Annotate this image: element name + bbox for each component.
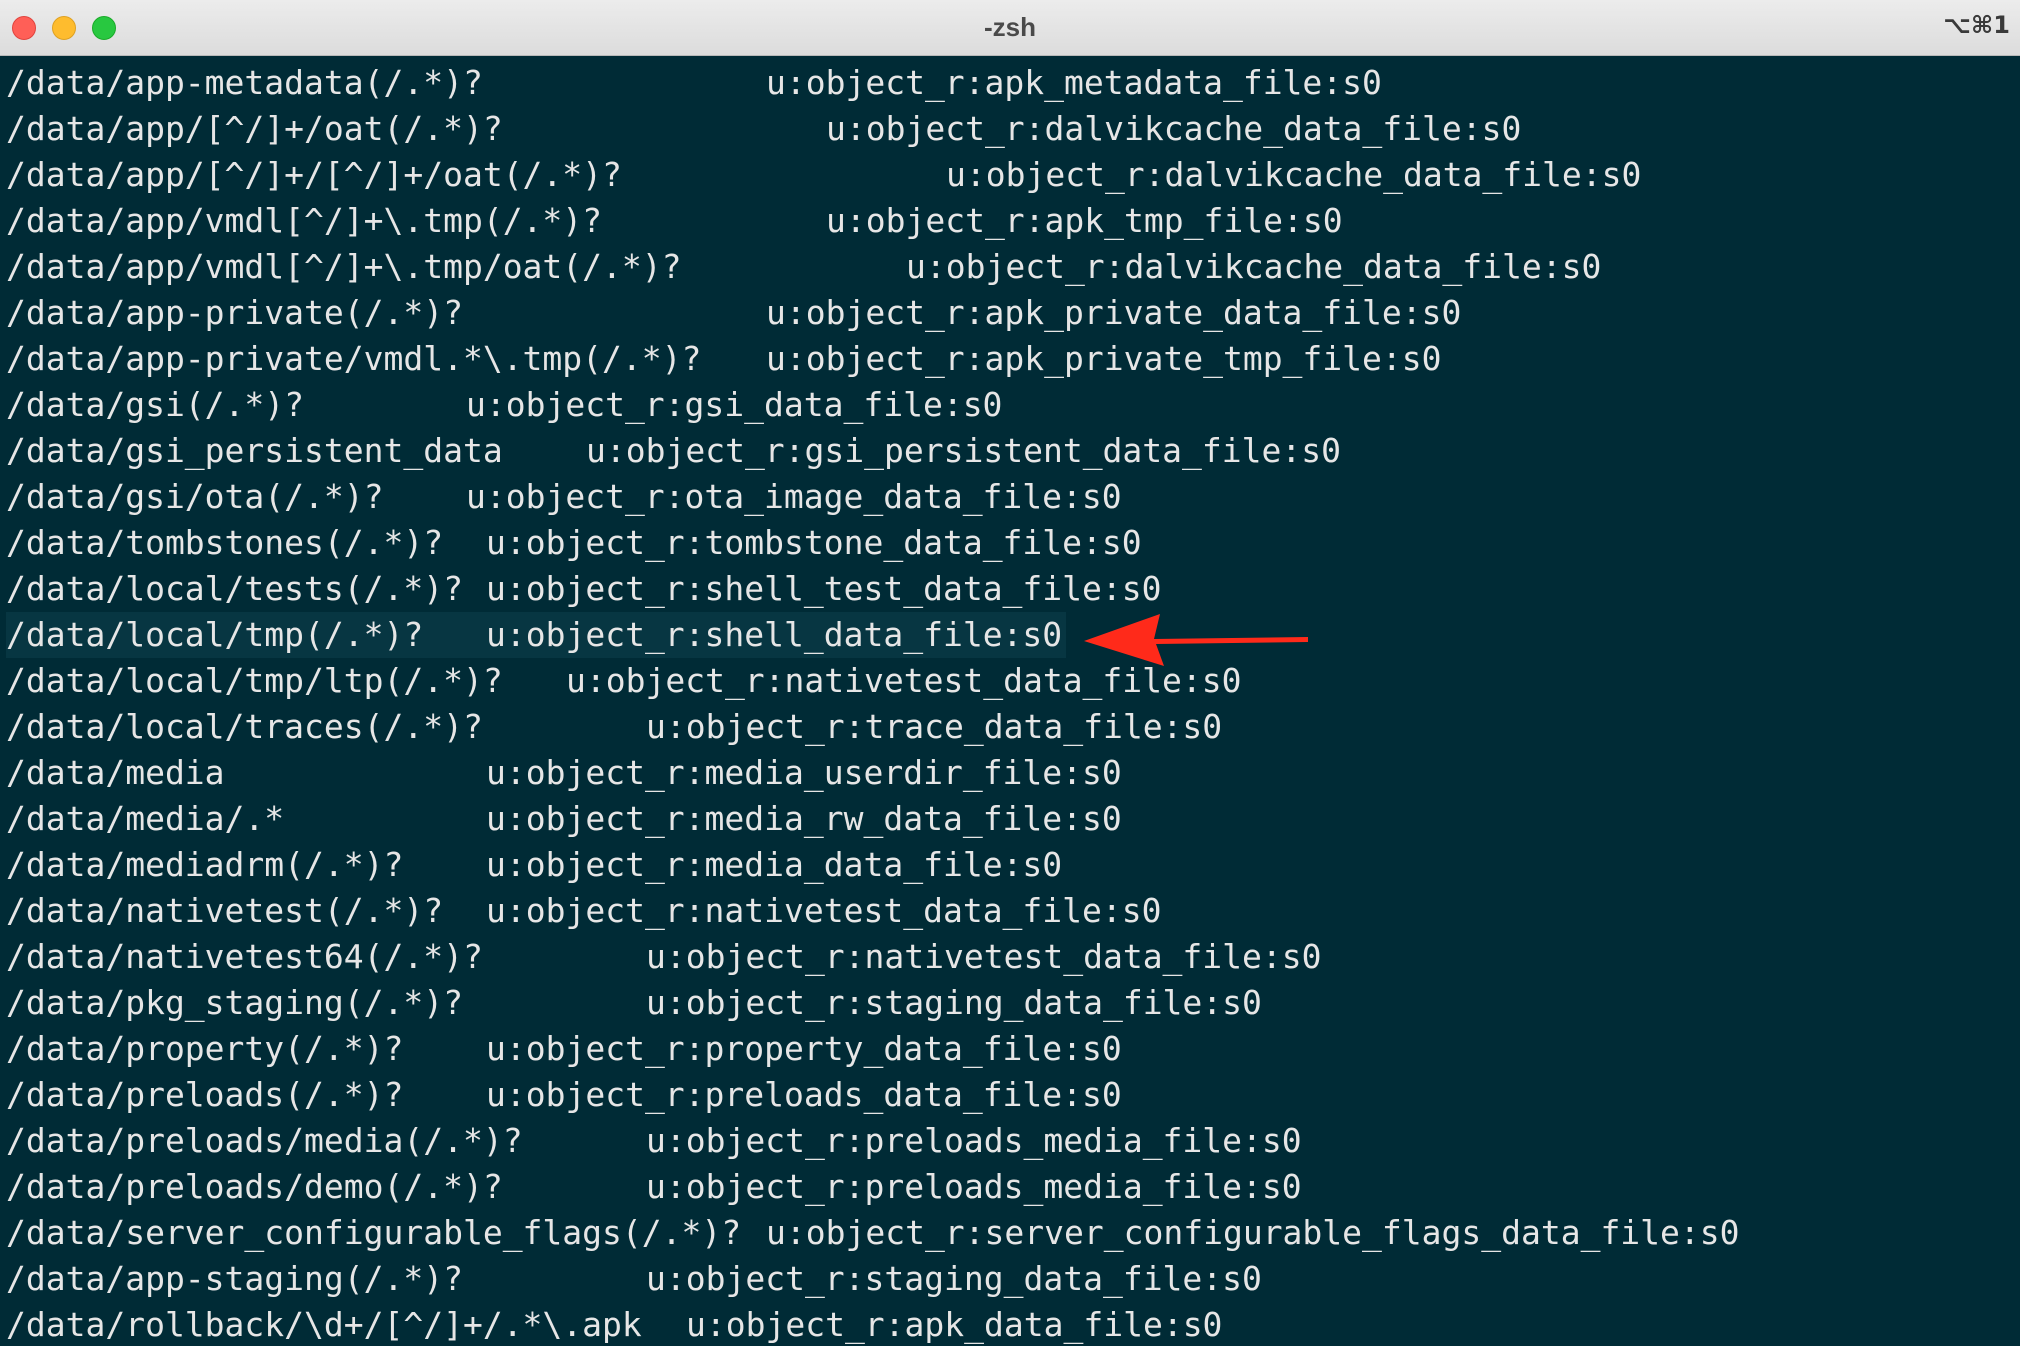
path-pattern: /data/tombstones(/.*)? [6,523,444,562]
terminal-line: /data/preloads/demo(/.*)? u:object_r:pre… [0,1164,2020,1210]
path-pattern: /data/app/[^/]+/[^/]+/oat(/.*)? [6,155,622,194]
selinux-context: u:object_r:apk_tmp_file:s0 [826,201,1343,240]
selinux-context: u:object_r:apk_private_data_file:s0 [766,293,1462,332]
path-pattern: /data/local/traces(/.*)? [6,707,483,746]
terminal-line: /data/app/[^/]+/[^/]+/oat(/.*)? u:object… [0,152,2020,198]
terminal-line: /data/app-private/vmdl.*\.tmp(/.*)? u:ob… [0,336,2020,382]
terminal-line: /data/mediadrm(/.*)? u:object_r:media_da… [0,842,2020,888]
selinux-context: u:object_r:shell_data_file:s0 [486,615,1063,654]
selinux-context: u:object_r:media_userdir_file:s0 [486,753,1122,792]
terminal-line: /data/app-staging(/.*)? u:object_r:stagi… [0,1256,2020,1302]
selinux-context: u:object_r:shell_test_data_file:s0 [486,569,1162,608]
highlighted-terminal-line: /data/local/tmp(/.*)? u:object_r:shell_d… [6,612,1066,658]
selinux-context: u:object_r:preloads_media_file:s0 [646,1121,1302,1160]
path-pattern: /data/app/vmdl[^/]+\.tmp/oat(/.*)? [6,247,682,286]
path-pattern: /data/preloads(/.*)? [6,1075,404,1114]
selinux-context: u:object_r:dalvikcache_data_file:s0 [826,109,1522,148]
path-pattern: /data/server_configurable_flags(/.*)? [6,1213,742,1252]
window-shortcut: ⌥⌘1 [1943,11,2010,39]
selinux-context: u:object_r:apk_data_file:s0 [686,1305,1223,1344]
selinux-context: u:object_r:property_data_file:s0 [486,1029,1122,1068]
selinux-context: u:object_r:dalvikcache_data_file:s0 [946,155,1642,194]
path-pattern: /data/property(/.*)? [6,1029,404,1068]
path-pattern: /data/gsi(/.*)? [6,385,305,424]
selinux-context: u:object_r:staging_data_file:s0 [646,983,1262,1022]
selinux-context: u:object_r:tombstone_data_file:s0 [486,523,1142,562]
terminal-line: /data/app-metadata(/.*)? u:object_r:apk_… [0,60,2020,106]
selinux-context: u:object_r:staging_data_file:s0 [646,1259,1262,1298]
path-pattern: /data/preloads/demo(/.*)? [6,1167,503,1206]
terminal-output[interactable]: /data/app-metadata(/.*)? u:object_r:apk_… [0,60,2020,1346]
terminal-line: /data/media u:object_r:media_userdir_fil… [0,750,2020,796]
selinux-context: u:object_r:media_rw_data_file:s0 [486,799,1122,838]
path-pattern: /data/app-metadata(/.*)? [6,63,483,102]
selinux-context: u:object_r:apk_private_tmp_file:s0 [766,339,1442,378]
path-pattern: /data/app-private/vmdl.*\.tmp(/.*)? [6,339,702,378]
path-pattern: /data/local/tests(/.*)? [6,569,463,608]
terminal-line: /data/media/.* u:object_r:media_rw_data_… [0,796,2020,842]
path-pattern: /data/app-private(/.*)? [6,293,463,332]
terminal-line: /data/preloads/media(/.*)? u:object_r:pr… [0,1118,2020,1164]
terminal-line: /data/app/vmdl[^/]+\.tmp/oat(/.*)? u:obj… [0,244,2020,290]
path-pattern: /data/gsi/ota(/.*)? [6,477,384,516]
selinux-context: u:object_r:preloads_media_file:s0 [646,1167,1302,1206]
path-pattern: /data/preloads/media(/.*)? [6,1121,523,1160]
title-bar[interactable]: -zsh ⌥⌘1 [0,0,2020,56]
selinux-context: u:object_r:dalvikcache_data_file:s0 [906,247,1602,286]
terminal-line: /data/gsi_persistent_data u:object_r:gsi… [0,428,2020,474]
selinux-context: u:object_r:gsi_data_file:s0 [466,385,1003,424]
selinux-context: u:object_r:gsi_persistent_data_file:s0 [586,431,1341,470]
path-pattern: /data/local/tmp(/.*)? [6,615,424,654]
selinux-context: u:object_r:nativetest_data_file:s0 [486,891,1162,930]
path-pattern: /data/nativetest64(/.*)? [6,937,483,976]
terminal-line: /data/gsi(/.*)? u:object_r:gsi_data_file… [0,382,2020,428]
path-pattern: /data/app/[^/]+/oat(/.*)? [6,109,503,148]
selinux-context: u:object_r:media_data_file:s0 [486,845,1063,884]
selinux-context: u:object_r:server_configurable_flags_dat… [766,1213,1740,1252]
path-pattern: /data/nativetest(/.*)? [6,891,444,930]
path-pattern: /data/gsi_persistent_data [6,431,503,470]
terminal-line: /data/nativetest(/.*)? u:object_r:native… [0,888,2020,934]
terminal-line: /data/app-private(/.*)? u:object_r:apk_p… [0,290,2020,336]
path-pattern: /data/app/vmdl[^/]+\.tmp(/.*)? [6,201,603,240]
terminal-line: /data/app/vmdl[^/]+\.tmp(/.*)? u:object_… [0,198,2020,244]
terminal-line: /data/nativetest64(/.*)? u:object_r:nati… [0,934,2020,980]
path-pattern: /data/app-staging(/.*)? [6,1259,463,1298]
terminal-line: /data/tombstones(/.*)? u:object_r:tombst… [0,520,2020,566]
red-arrow-annotation [1084,614,1308,666]
path-pattern: /data/local/tmp/ltp(/.*)? [6,661,503,700]
terminal-line: /data/preloads(/.*)? u:object_r:preloads… [0,1072,2020,1118]
terminal-line: /data/local/tmp/ltp(/.*)? u:object_r:nat… [0,658,2020,704]
selinux-context: u:object_r:nativetest_data_file:s0 [646,937,1322,976]
path-pattern: /data/pkg_staging(/.*)? [6,983,463,1022]
terminal-line: /data/pkg_staging(/.*)? u:object_r:stagi… [0,980,2020,1026]
path-pattern: /data/media/.* [6,799,285,838]
path-pattern: /data/media [6,753,225,792]
terminal-line: /data/gsi/ota(/.*)? u:object_r:ota_image… [0,474,2020,520]
path-pattern: /data/mediadrm(/.*)? [6,845,404,884]
path-pattern: /data/rollback/\d+/[^/]+/.*\.apk [6,1305,642,1344]
terminal-line: /data/property(/.*)? u:object_r:property… [0,1026,2020,1072]
selinux-context: u:object_r:apk_metadata_file:s0 [766,63,1382,102]
terminal-line: /data/local/traces(/.*)? u:object_r:trac… [0,704,2020,750]
terminal-line: /data/rollback/\d+/[^/]+/.*\.apk u:objec… [0,1302,2020,1346]
terminal-window: -zsh ⌥⌘1 /data/app-metadata(/.*)? u:obje… [0,0,2020,1346]
terminal-line: /data/server_configurable_flags(/.*)? u:… [0,1210,2020,1256]
terminal-line: /data/local/tests(/.*)? u:object_r:shell… [0,566,2020,612]
selinux-context: u:object_r:preloads_data_file:s0 [486,1075,1122,1114]
terminal-line: /data/app/[^/]+/oat(/.*)? u:object_r:dal… [0,106,2020,152]
window-title: -zsh [984,12,1036,42]
selinux-context: u:object_r:ota_image_data_file:s0 [466,477,1122,516]
selinux-context: u:object_r:trace_data_file:s0 [646,707,1223,746]
